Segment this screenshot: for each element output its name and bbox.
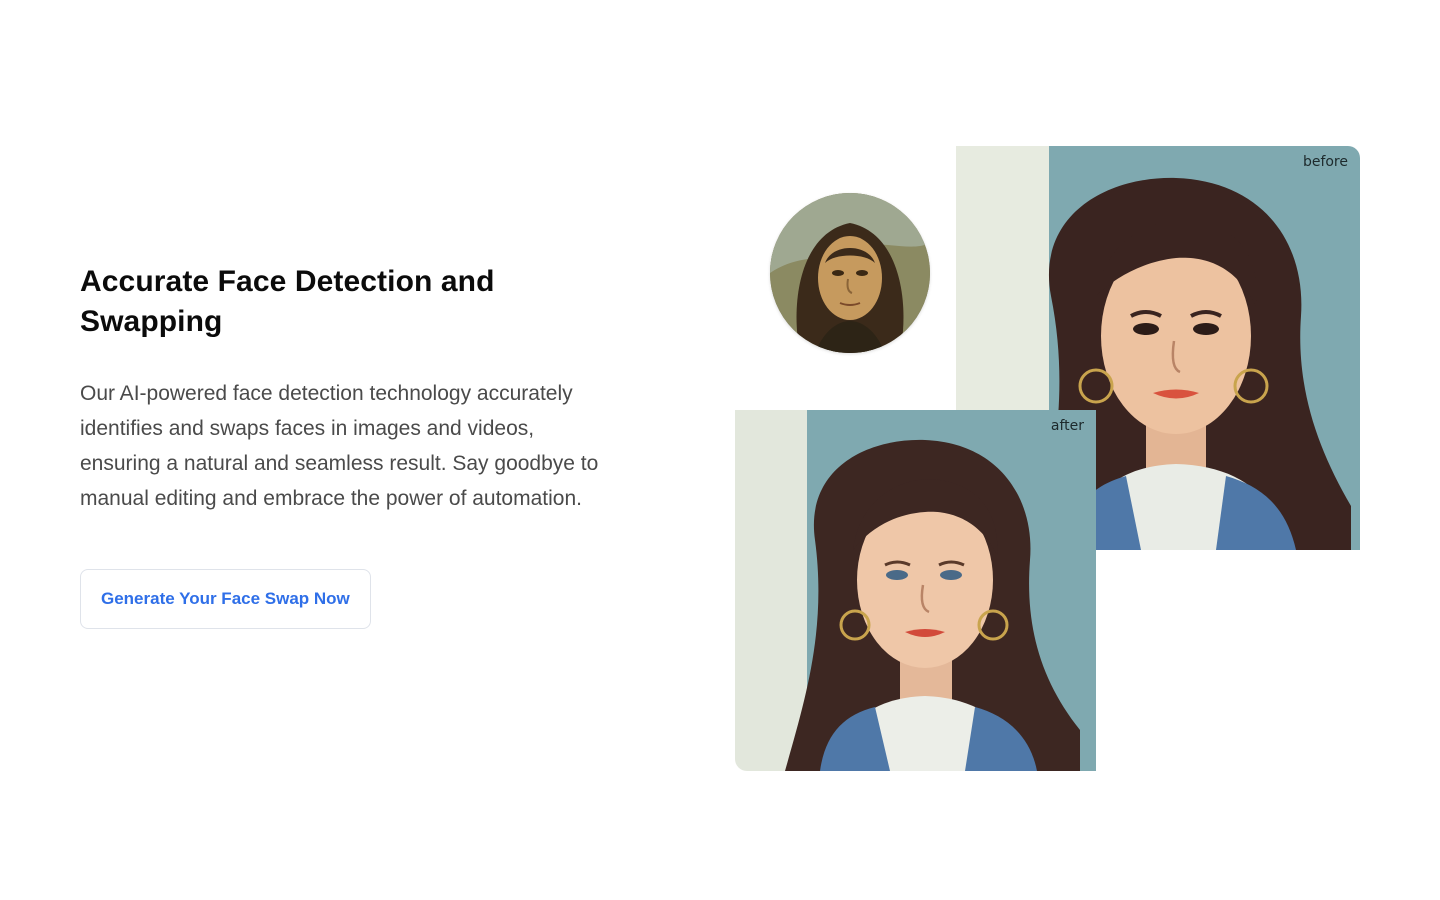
after-label: after — [1050, 418, 1084, 434]
generate-face-swap-button[interactable]: Generate Your Face Swap Now — [80, 569, 371, 629]
feature-title: Accurate Face Detection and Swapping — [80, 265, 495, 338]
before-label: before — [1302, 154, 1348, 170]
after-portrait-illustration — [785, 439, 1080, 771]
source-face-avatar — [770, 193, 930, 353]
feature-description: Our AI-powered face detection technology… — [80, 382, 599, 510]
face-swap-visual: before after — [735, 146, 1360, 771]
after-photo: after — [735, 410, 1096, 771]
feature-text-column: Accurate Face Detection and Swapping Our… — [80, 262, 620, 629]
source-portrait-illustration — [770, 193, 930, 353]
feature-section: Accurate Face Detection and Swapping Our… — [0, 0, 1440, 900]
